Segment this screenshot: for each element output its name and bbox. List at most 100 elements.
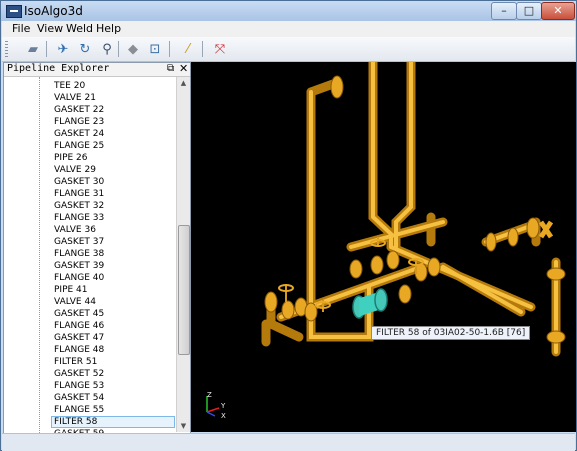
rotate-icon[interactable]: ↻ bbox=[76, 40, 94, 58]
toolbar-separator bbox=[169, 41, 170, 57]
title-bar[interactable]: IsoAlgo3d – □ ✕ bbox=[1, 1, 576, 21]
tree-item-label: GASKET 24 bbox=[54, 129, 105, 139]
tree-item[interactable]: TEE 20 bbox=[4, 80, 176, 92]
tree-item[interactable]: FLANGE 55 bbox=[4, 404, 176, 416]
minimize-button[interactable]: – bbox=[491, 2, 517, 20]
panel-title: Pipeline Explorer bbox=[7, 63, 110, 74]
tree-item[interactable]: PIPE 26 bbox=[4, 152, 176, 164]
menu-weld[interactable]: Weld bbox=[66, 22, 93, 35]
open-model-icon[interactable]: ▰ bbox=[24, 40, 42, 58]
tree-item[interactable]: VALVE 36 bbox=[4, 224, 176, 236]
fit-all-icon[interactable]: ⤧ bbox=[211, 40, 229, 58]
app-icon bbox=[6, 5, 22, 18]
toolbar-separator bbox=[46, 41, 47, 57]
scroll-thumb[interactable] bbox=[178, 225, 190, 355]
tree-item[interactable]: FILTER 51 bbox=[4, 356, 176, 368]
tree-item[interactable]: FLANGE 46 bbox=[4, 320, 176, 332]
tree-item[interactable]: GASKET 39 bbox=[4, 260, 176, 272]
tree-item-label: PIPE 41 bbox=[54, 285, 88, 295]
tree-item[interactable]: GASKET 45 bbox=[4, 308, 176, 320]
tree-item-label: GASKET 22 bbox=[54, 105, 105, 115]
scroll-down-icon[interactable]: ▼ bbox=[177, 420, 190, 432]
tree-item-label: VALVE 44 bbox=[54, 297, 96, 307]
tree-item[interactable]: FILTER 58 bbox=[4, 416, 176, 428]
tree-item-label: PIPE 26 bbox=[54, 153, 88, 163]
tree-item-label: GASKET 52 bbox=[54, 369, 105, 379]
menu-view[interactable]: View bbox=[37, 22, 63, 35]
zoom-icon[interactable]: ⚲ bbox=[98, 40, 116, 58]
window-title: IsoAlgo3d bbox=[24, 4, 83, 18]
tree-item-label: GASKET 30 bbox=[54, 177, 105, 187]
tree-item[interactable]: FLANGE 25 bbox=[4, 140, 176, 152]
tree-item[interactable]: FLANGE 53 bbox=[4, 380, 176, 392]
panel-header: Pipeline Explorer ⧉ ✕ bbox=[4, 62, 190, 77]
select-wand-icon[interactable]: ⁄ bbox=[179, 40, 197, 58]
pan-icon[interactable]: ✈ bbox=[54, 40, 72, 58]
maximize-button[interactable]: □ bbox=[516, 2, 542, 20]
cube-view-icon[interactable]: ◆ bbox=[124, 40, 142, 58]
tree-item-label: FILTER 58 bbox=[54, 417, 98, 427]
tree-item-label: VALVE 21 bbox=[54, 93, 96, 103]
component-tree: TEE 20 VALVE 21 GASKET 22 FLANGE 23 GASKET 2… bbox=[4, 77, 176, 433]
tree-item-label: FILTER 51 bbox=[54, 357, 98, 367]
float-panel-icon[interactable]: ⧉ bbox=[167, 63, 174, 74]
tree-item[interactable]: FLANGE 31 bbox=[4, 188, 176, 200]
tree-item[interactable]: FLANGE 38 bbox=[4, 248, 176, 260]
tree-item-label: FLANGE 23 bbox=[54, 117, 105, 127]
tree-item-label: FLANGE 40 bbox=[54, 273, 105, 283]
tree-item[interactable]: VALVE 21 bbox=[4, 92, 176, 104]
tree-item-label: FLANGE 31 bbox=[54, 189, 105, 199]
tree-item[interactable]: GASKET 30 bbox=[4, 176, 176, 188]
tree-item-label: FLANGE 25 bbox=[54, 141, 105, 151]
vertical-scrollbar[interactable]: ▲ ▼ bbox=[176, 77, 190, 432]
toolbar-grip[interactable] bbox=[5, 41, 8, 57]
tree-item-label: GASKET 37 bbox=[54, 237, 105, 247]
status-bar bbox=[2, 433, 575, 451]
tree-item[interactable]: GASKET 24 bbox=[4, 128, 176, 140]
scroll-up-icon[interactable]: ▲ bbox=[177, 77, 190, 89]
menu-bar: File View Weld Help bbox=[2, 21, 575, 37]
axis-triad bbox=[206, 396, 220, 417]
close-button[interactable]: ✕ bbox=[541, 2, 575, 20]
tree-item-label: GASKET 39 bbox=[54, 261, 105, 271]
tree-item[interactable]: VALVE 29 bbox=[4, 164, 176, 176]
axis-label-y: Y bbox=[220, 402, 226, 410]
tree-item-label: FLANGE 55 bbox=[54, 405, 105, 415]
tree-item[interactable]: FLANGE 40 bbox=[4, 272, 176, 284]
tree-item-label: FLANGE 46 bbox=[54, 321, 105, 331]
tree-item-label: TEE 20 bbox=[54, 81, 86, 91]
toolbar-separator bbox=[118, 41, 119, 57]
pipeline-explorer-panel: Pipeline Explorer ⧉ ✕ TEE 20 VALVE 21 GASK… bbox=[3, 62, 191, 434]
tree-item[interactable]: GASKET 47 bbox=[4, 332, 176, 344]
zoom-fit-icon[interactable]: ⊡ bbox=[146, 40, 164, 58]
tree-item[interactable]: GASKET 52 bbox=[4, 368, 176, 380]
close-panel-icon[interactable]: ✕ bbox=[179, 62, 188, 75]
tree-item[interactable]: FLANGE 23 bbox=[4, 116, 176, 128]
tree-item-label: GASKET 54 bbox=[54, 393, 105, 403]
tree-item-label: FLANGE 53 bbox=[54, 381, 105, 391]
menu-file[interactable]: File bbox=[12, 22, 30, 35]
piping-model-canvas[interactable]: Z Y X bbox=[191, 62, 576, 432]
tree-item-label: GASKET 32 bbox=[54, 201, 105, 211]
tree-item[interactable]: GASKET 22 bbox=[4, 104, 176, 116]
tree-item-label: FLANGE 33 bbox=[54, 213, 105, 223]
tree-item-label: FLANGE 38 bbox=[54, 249, 105, 259]
tree-item[interactable]: VALVE 44 bbox=[4, 296, 176, 308]
tree-item-label: VALVE 29 bbox=[54, 165, 96, 175]
tree-item[interactable]: GASKET 37 bbox=[4, 236, 176, 248]
tree-item[interactable]: FLANGE 48 bbox=[4, 344, 176, 356]
toolbar: ▰ ✈ ↻ ⚲ ◆ ⊡ ⁄ ⤧ bbox=[2, 37, 575, 62]
component-tooltip: FILTER 58 of 03IA02-50-1.6B [76] bbox=[371, 326, 531, 340]
tree-item[interactable]: GASKET 32 bbox=[4, 200, 176, 212]
tree-item[interactable]: GASKET 54 bbox=[4, 392, 176, 404]
tree-item-label: GASKET 47 bbox=[54, 333, 105, 343]
tree-item-label: GASKET 45 bbox=[54, 309, 105, 319]
tree-item-label: FLANGE 48 bbox=[54, 345, 105, 355]
axis-label-z: Z bbox=[207, 391, 212, 399]
3d-viewport[interactable]: Z Y X FILTER 58 of 03IA02-50-1.6B [76] bbox=[191, 62, 576, 432]
toolbar-separator bbox=[202, 41, 203, 57]
tree-item[interactable]: FLANGE 33 bbox=[4, 212, 176, 224]
axis-label-x: X bbox=[221, 412, 226, 420]
tree-item[interactable]: PIPE 41 bbox=[4, 284, 176, 296]
menu-help[interactable]: Help bbox=[96, 22, 121, 35]
